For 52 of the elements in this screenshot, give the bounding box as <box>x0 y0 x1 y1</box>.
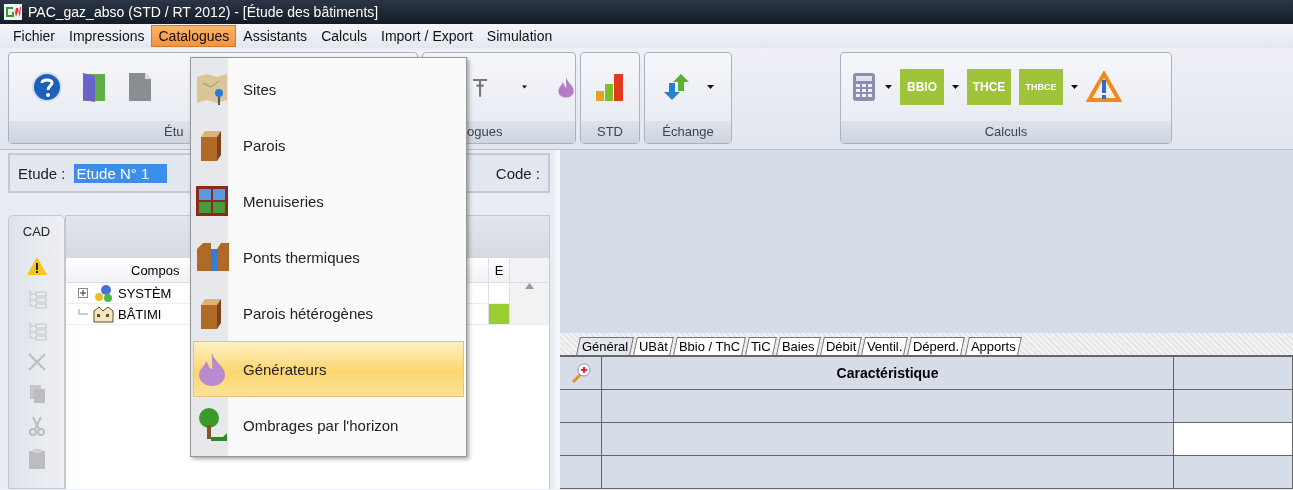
menu-item[interactable]: Catalogues <box>151 25 237 47</box>
zoom-in-icon[interactable] <box>569 362 592 384</box>
menu-item[interactable]: Générateurs <box>193 341 464 397</box>
map-icon <box>195 71 229 107</box>
menu-item[interactable]: Assistants <box>236 25 315 47</box>
calculator-icon[interactable] <box>851 71 877 103</box>
value-field[interactable] <box>1174 423 1293 456</box>
warning-icon[interactable] <box>25 255 48 277</box>
code-label: Code : <box>495 164 540 182</box>
menu-item[interactable]: Parois hétérogènes <box>193 285 464 341</box>
column-header: Compos <box>130 262 181 278</box>
bar-chart-icon[interactable] <box>594 71 626 103</box>
tab[interactable]: Général <box>576 337 635 355</box>
caret-icon[interactable] <box>1071 85 1078 89</box>
window-icon <box>195 183 229 219</box>
caret-icon[interactable] <box>885 85 892 89</box>
document-icon[interactable] <box>127 71 153 103</box>
menu-item[interactable]: Sites <box>193 61 464 117</box>
tab[interactable]: Apports <box>964 337 1022 355</box>
toolbar-tab-label[interactable]: CAD <box>22 224 51 239</box>
tab[interactable]: Baies <box>776 337 821 355</box>
tab[interactable]: Ventil. <box>861 337 909 355</box>
table-cell <box>560 423 602 456</box>
group-label: Calculs <box>841 121 1171 143</box>
menu-item[interactable]: Ombrages par l'horizon <box>193 397 464 453</box>
menu-item[interactable]: Calculs <box>314 25 375 47</box>
group-label: STD <box>581 121 639 143</box>
gears-icon <box>92 284 114 302</box>
tab[interactable]: Bbio / ThC <box>673 337 747 355</box>
menu-item[interactable]: Fichier <box>6 25 62 47</box>
tab[interactable]: UBât <box>633 337 675 355</box>
menu-item[interactable]: Impressions <box>62 25 152 47</box>
app-logo-icon <box>4 4 22 20</box>
building-icon <box>92 305 114 323</box>
tab[interactable]: TiC <box>745 337 777 355</box>
tree-item[interactable]: BÂTIMI <box>118 306 162 322</box>
tree-item[interactable]: SYSTÈM <box>118 285 172 301</box>
group-label: Échange <box>645 121 731 143</box>
help-icon[interactable] <box>31 71 63 103</box>
study-label: Etude : <box>18 164 66 182</box>
caret-icon[interactable] <box>952 85 959 89</box>
column-header: Caractéristique <box>602 357 1174 390</box>
caret-icon[interactable] <box>521 85 527 89</box>
window-title: PAC_gaz_abso (STD / RT 2012) - [Étude des bâtiments] <box>28 4 379 20</box>
menu-item[interactable]: Ponts thermiques <box>193 229 464 285</box>
menu-item[interactable]: Menuiseries <box>193 173 464 229</box>
expand-icon[interactable] <box>78 288 88 298</box>
menu-item[interactable]: Simulation <box>479 25 560 47</box>
menu-item[interactable]: Import / Export <box>374 25 480 47</box>
tab[interactable]: Débit <box>819 337 862 355</box>
caret-icon[interactable] <box>706 85 714 89</box>
tab[interactable]: Déperd. <box>907 337 966 355</box>
